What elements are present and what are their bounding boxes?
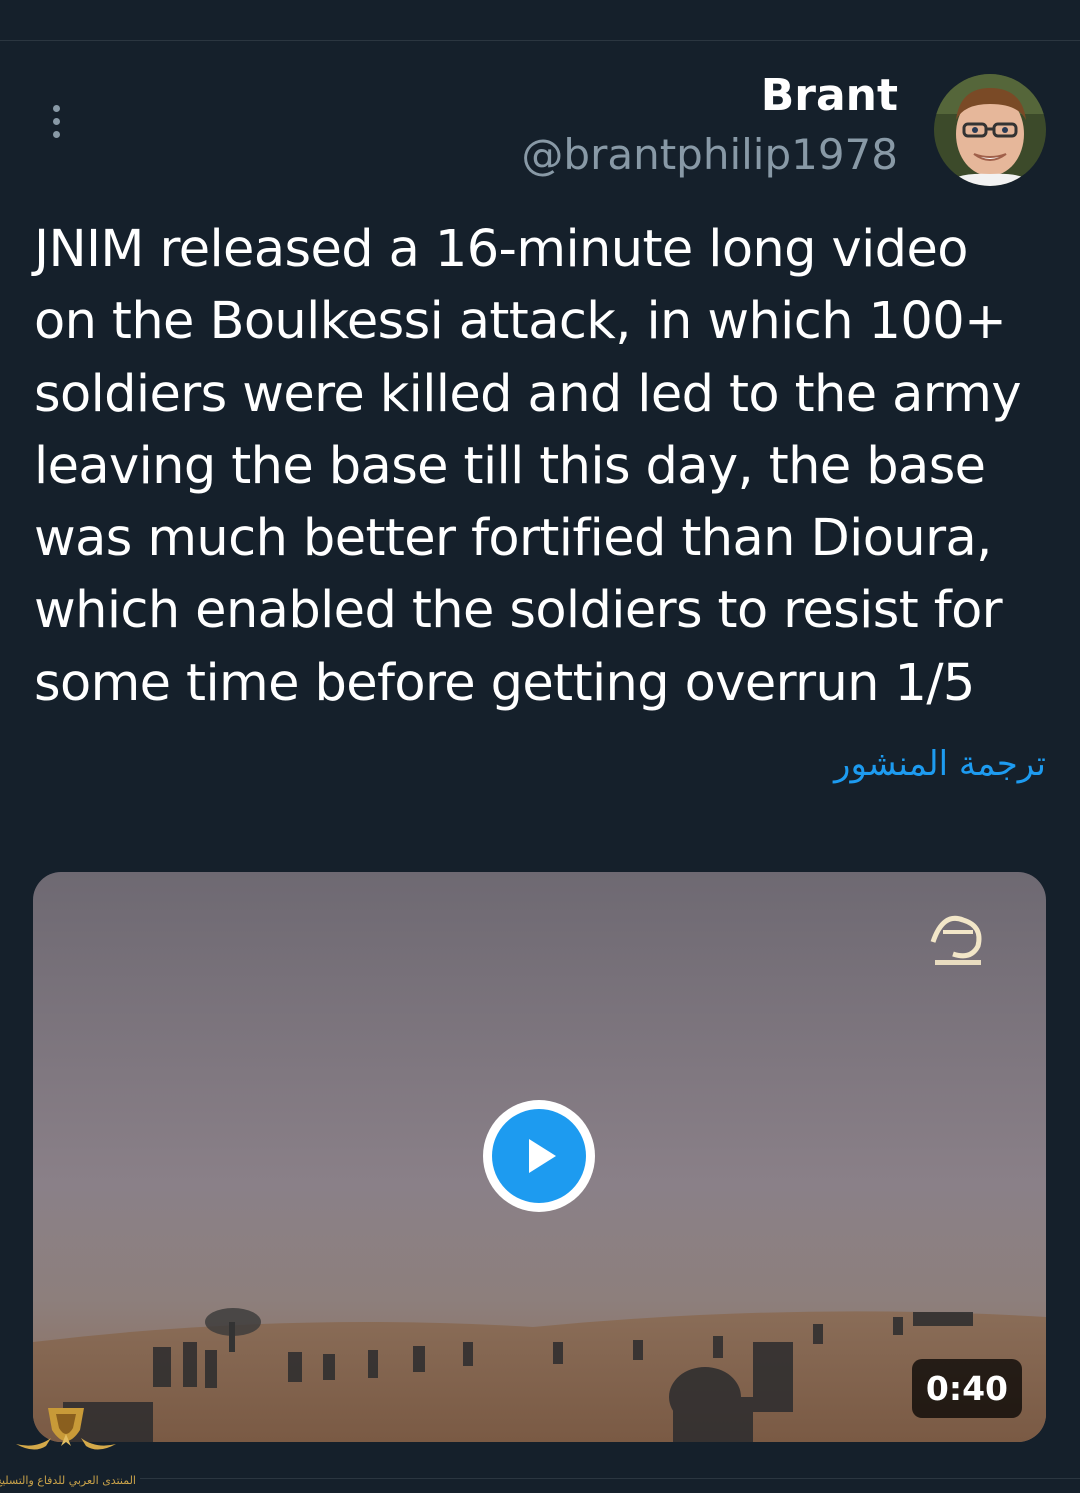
author-handle[interactable]: @brantphilip1978 bbox=[521, 130, 898, 179]
more-dot-icon bbox=[52, 117, 60, 125]
tweet-text: JNIM released a 16-minute long video on … bbox=[34, 220, 1022, 713]
author-display-name[interactable]: Brant bbox=[761, 70, 898, 121]
play-icon bbox=[529, 1139, 556, 1173]
top-divider bbox=[0, 40, 1080, 41]
more-options-button[interactable] bbox=[36, 96, 76, 146]
more-dot-icon bbox=[52, 130, 60, 138]
video-duration-badge: 0:40 bbox=[911, 1359, 1022, 1418]
profile-photo-icon bbox=[934, 74, 1046, 186]
play-button[interactable] bbox=[483, 1100, 595, 1212]
more-dot-icon bbox=[52, 104, 60, 112]
video-player[interactable]: 0:40 bbox=[33, 872, 1046, 1442]
forum-watermark-text: المنتدى العربي للدفاع والتسليح bbox=[0, 1474, 136, 1487]
avatar[interactable] bbox=[934, 74, 1046, 186]
bottom-divider bbox=[140, 1478, 1080, 1479]
translate-post-link[interactable]: ترجمة المنشور bbox=[834, 744, 1046, 784]
channel-logo-icon bbox=[930, 915, 982, 965]
